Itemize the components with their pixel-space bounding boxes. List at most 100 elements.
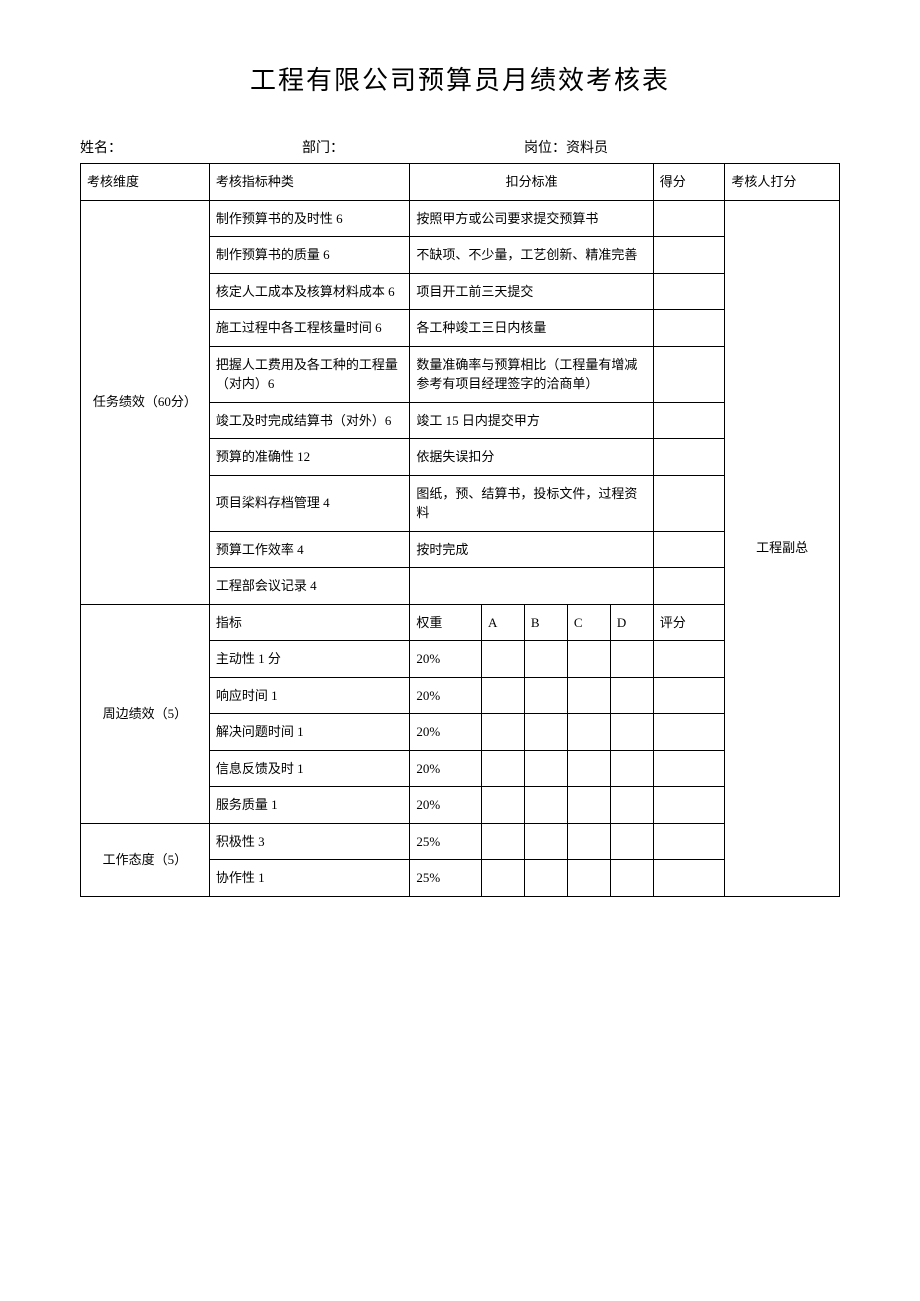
indicator-cell: 施工过程中各工程核量时间 6 — [209, 310, 409, 347]
standard-cell: 各工种竣工三日内核量 — [410, 310, 653, 347]
grade-a-cell — [481, 787, 524, 824]
grade-b-cell — [524, 787, 567, 824]
col-indicator: 考核指标种类 — [209, 164, 409, 201]
standard-cell: 图纸，预、结算书，投标文件，过程资料 — [410, 475, 653, 531]
subheader-weight: 权重 — [410, 604, 482, 641]
standard-cell: 依据失误扣分 — [410, 439, 653, 476]
score-cell — [653, 237, 725, 274]
weight-cell: 25% — [410, 823, 482, 860]
grade-b-cell — [524, 750, 567, 787]
grade-d-cell — [610, 750, 653, 787]
table-row: 任务绩效（60分） 制作预算书的及时性 6 按照甲方或公司要求提交预算书 工程副… — [81, 200, 840, 237]
col-standard: 扣分标准 — [410, 164, 653, 201]
score-cell — [653, 200, 725, 237]
indicator-cell: 预算工作效率 4 — [209, 531, 409, 568]
weight-cell: 20% — [410, 787, 482, 824]
grade-c-cell — [567, 677, 610, 714]
form-header: 姓名： 部门： 岗位： 资料员 — [80, 137, 840, 157]
score-cell — [653, 531, 725, 568]
page-title: 工程有限公司预算员月绩效考核表 — [80, 60, 840, 97]
dimension-task: 任务绩效（60分） — [81, 200, 210, 604]
grade-a-cell — [481, 860, 524, 897]
score-cell — [653, 787, 725, 824]
dept-label: 部门： — [302, 137, 344, 157]
standard-cell: 竣工 15 日内提交甲方 — [410, 402, 653, 439]
grade-a-cell — [481, 641, 524, 678]
grade-a-cell — [481, 714, 524, 751]
grade-b-cell — [524, 677, 567, 714]
standard-cell: 按时完成 — [410, 531, 653, 568]
weight-cell: 25% — [410, 860, 482, 897]
grade-c-cell — [567, 641, 610, 678]
position-value: 资料员 — [566, 137, 608, 157]
indicator-cell: 信息反馈及时 1 — [209, 750, 409, 787]
grade-a-cell — [481, 823, 524, 860]
position-label: 岗位： — [524, 137, 566, 157]
grade-d-cell — [610, 641, 653, 678]
score-cell — [653, 750, 725, 787]
score-cell — [653, 346, 725, 402]
indicator-cell: 主动性 1 分 — [209, 641, 409, 678]
indicator-cell: 制作预算书的及时性 6 — [209, 200, 409, 237]
grade-d-cell — [610, 823, 653, 860]
grade-c-cell — [567, 823, 610, 860]
assessment-table: 考核维度 考核指标种类 扣分标准 得分 考核人打分 任务绩效（60分） 制作预算… — [80, 163, 840, 897]
grade-b-cell — [524, 823, 567, 860]
weight-cell: 20% — [410, 750, 482, 787]
name-label: 姓名： — [80, 137, 122, 157]
col-assessor: 考核人打分 — [725, 164, 840, 201]
subheader-c: C — [567, 604, 610, 641]
indicator-cell: 响应时间 1 — [209, 677, 409, 714]
score-cell — [653, 439, 725, 476]
assessor-cell: 工程副总 — [725, 200, 840, 896]
score-cell — [653, 273, 725, 310]
standard-cell: 数量准确率与预算相比（工程量有增减参考有项目经理签字的洽商单） — [410, 346, 653, 402]
standard-cell: 按照甲方或公司要求提交预算书 — [410, 200, 653, 237]
score-cell — [653, 402, 725, 439]
grade-c-cell — [567, 714, 610, 751]
dimension-attitude: 工作态度（5） — [81, 823, 210, 896]
score-cell — [653, 568, 725, 605]
indicator-cell: 把握人工费用及各工种的工程量（对内）6 — [209, 346, 409, 402]
indicator-cell: 项目桬料存档管理 4 — [209, 475, 409, 531]
subheader-a: A — [481, 604, 524, 641]
grade-c-cell — [567, 860, 610, 897]
grade-d-cell — [610, 677, 653, 714]
grade-a-cell — [481, 677, 524, 714]
grade-c-cell — [567, 750, 610, 787]
grade-b-cell — [524, 860, 567, 897]
weight-cell: 20% — [410, 714, 482, 751]
subheader-b: B — [524, 604, 567, 641]
indicator-cell: 预算的准确性 12 — [209, 439, 409, 476]
indicator-cell: 协作性 1 — [209, 860, 409, 897]
subheader-score: 评分 — [653, 604, 725, 641]
col-dimension: 考核维度 — [81, 164, 210, 201]
subheader-d: D — [610, 604, 653, 641]
indicator-cell: 积极性 3 — [209, 823, 409, 860]
grade-d-cell — [610, 860, 653, 897]
weight-cell: 20% — [410, 677, 482, 714]
standard-cell: 项目开工前三天提交 — [410, 273, 653, 310]
grade-c-cell — [567, 787, 610, 824]
score-cell — [653, 714, 725, 751]
indicator-cell: 服务质量 1 — [209, 787, 409, 824]
indicator-cell: 核定人工成本及核算材料成本 6 — [209, 273, 409, 310]
standard-cell: 不缺项、不少量，工艺创新、精准完善 — [410, 237, 653, 274]
indicator-cell: 工程部会议记录 4 — [209, 568, 409, 605]
score-cell — [653, 310, 725, 347]
indicator-cell: 解决问题时间 1 — [209, 714, 409, 751]
score-cell — [653, 641, 725, 678]
grade-d-cell — [610, 714, 653, 751]
grade-b-cell — [524, 641, 567, 678]
grade-b-cell — [524, 714, 567, 751]
subheader-indicator: 指标 — [209, 604, 409, 641]
indicator-cell: 竣工及时完成结算书（对外）6 — [209, 402, 409, 439]
dimension-peripheral: 周边绩效（5） — [81, 604, 210, 823]
grade-a-cell — [481, 750, 524, 787]
grade-d-cell — [610, 787, 653, 824]
table-header-row: 考核维度 考核指标种类 扣分标准 得分 考核人打分 — [81, 164, 840, 201]
score-cell — [653, 475, 725, 531]
score-cell — [653, 677, 725, 714]
col-score: 得分 — [653, 164, 725, 201]
weight-cell: 20% — [410, 641, 482, 678]
